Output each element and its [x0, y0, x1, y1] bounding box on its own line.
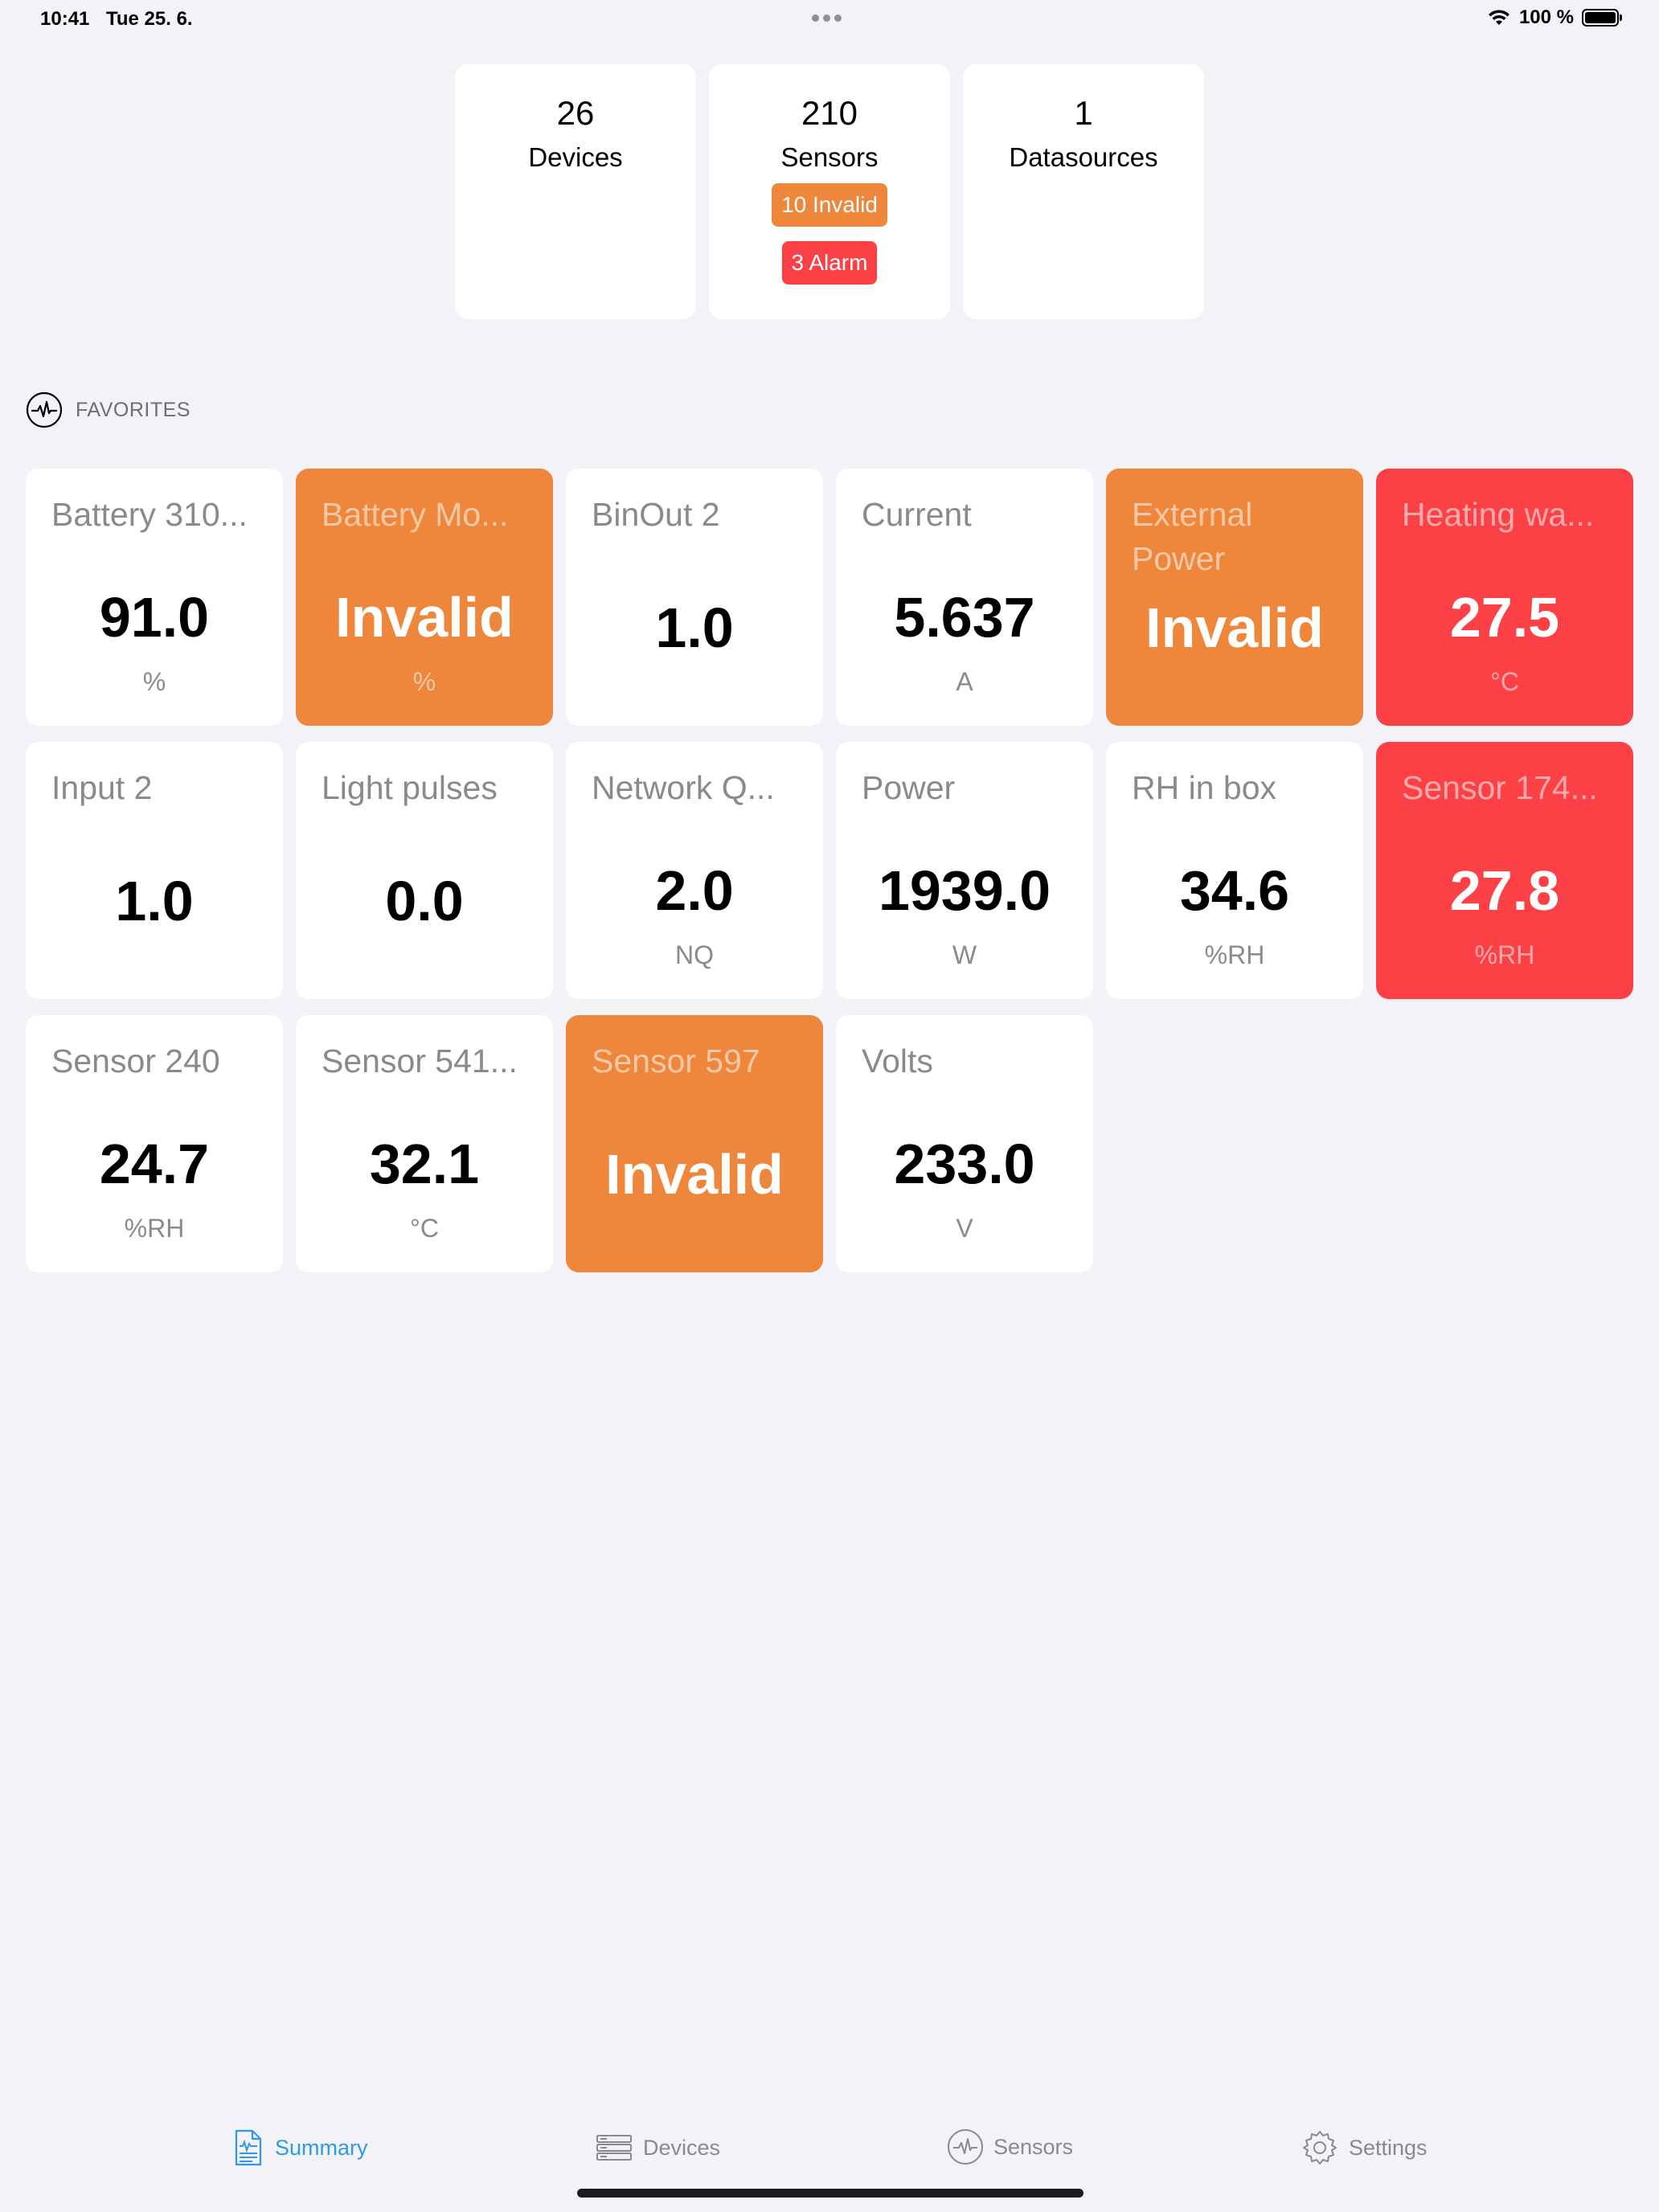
pulse-icon [26, 391, 63, 428]
favorite-tile[interactable]: Input 2 1.0 [26, 742, 283, 999]
tile-name: Sensor 541... [322, 1043, 518, 1079]
favorite-tile[interactable]: External Power Invalid [1106, 469, 1363, 726]
tile-value: 5.637 [894, 586, 1035, 649]
status-bar: 10:41 Tue 25. 6. 100 % [0, 0, 1659, 39]
tile-value: 233.0 [894, 1133, 1035, 1195]
favorite-tile[interactable]: Power 1939.0 W [836, 742, 1093, 999]
tile-name: Power [862, 769, 956, 806]
pulse-icon [948, 2129, 983, 2165]
favorite-tile[interactable]: Network Q... 2.0 NQ [566, 742, 823, 999]
document-chart-icon [235, 2129, 262, 2166]
sensors-label: Sensors [780, 142, 879, 172]
alarm-badge[interactable]: 3 Alarm [781, 241, 878, 285]
tile-name: Sensor 174... [1402, 769, 1598, 806]
tile-name: Sensor 240 [51, 1043, 220, 1079]
tile-value: 24.7 [99, 1133, 210, 1195]
tile-value: 2.0 [655, 859, 734, 922]
battery-percent: 100 % [1518, 6, 1574, 28]
multitasking-dots-icon[interactable] [812, 14, 842, 22]
tile-unit: V [956, 1214, 973, 1243]
tile-value: 27.5 [1449, 586, 1560, 649]
favorites-grid: Battery 310... 91.0 % Battery Mo... Inva… [26, 469, 1633, 1272]
tile-name: Network Q... [592, 769, 775, 806]
status-indicators: 100 % [1487, 6, 1622, 29]
tile-name: External Power [1132, 496, 1253, 577]
tab-sensors[interactable]: Sensors [947, 2128, 1073, 2165]
tile-unit: %RH [1204, 940, 1265, 969]
tab-bar: Summary Devices Sensors Settings [0, 2114, 1659, 2186]
tile-unit: W [952, 940, 977, 969]
server-rack-icon [596, 2135, 632, 2161]
tab-settings[interactable]: Settings [1301, 2128, 1428, 2167]
tile-value: 32.1 [369, 1133, 480, 1195]
tile-name: Input 2 [51, 769, 153, 806]
datasources-summary-card[interactable]: 1 Datasources [963, 64, 1204, 319]
status-time: 10:41 [40, 8, 90, 30]
favorite-tile[interactable]: Volts 233.0 V [836, 1015, 1093, 1272]
tab-devices-label: Devices [643, 2135, 721, 2160]
favorites-header: FAVORITES [26, 391, 190, 428]
tile-name: Volts [862, 1043, 933, 1079]
favorites-title: FAVORITES [76, 398, 190, 421]
tile-name: Current [862, 496, 972, 533]
sensors-summary-card[interactable]: 210 Sensors 10 Invalid 3 Alarm [709, 64, 950, 319]
tab-sensors-label: Sensors [993, 2134, 1074, 2159]
favorite-tile[interactable]: Battery Mo... Invalid % [296, 469, 553, 726]
devices-summary-card[interactable]: 26 Devices [455, 64, 696, 319]
tile-value: Invalid [605, 1143, 784, 1206]
tile-value: 1.0 [115, 870, 194, 932]
tile-value: 91.0 [99, 586, 210, 649]
tile-unit: A [956, 667, 973, 696]
favorite-tile[interactable]: Current 5.637 A [836, 469, 1093, 726]
tile-unit: % [142, 667, 166, 696]
favorite-tile[interactable]: Sensor 174... 27.8 %RH [1376, 742, 1633, 999]
tile-value: Invalid [335, 586, 514, 649]
tab-summary-label: Summary [275, 2135, 368, 2160]
favorite-tile[interactable]: Sensor 541... 32.1 °C [296, 1015, 553, 1272]
tab-summary[interactable]: Summary [230, 2128, 368, 2167]
tile-value: 27.8 [1449, 859, 1560, 922]
favorite-tile[interactable]: Light pulses 0.0 [296, 742, 553, 999]
devices-count: 26 [556, 94, 595, 132]
gear-icon [1303, 2131, 1337, 2165]
tile-name: Light pulses [322, 769, 498, 806]
tile-unit: %RH [1474, 940, 1535, 969]
tile-name: Heating wa... [1402, 496, 1595, 533]
tile-value: 1939.0 [878, 859, 1051, 922]
tile-unit: %RH [124, 1214, 185, 1243]
tab-devices[interactable]: Devices [595, 2128, 720, 2167]
favorite-tile[interactable]: Battery 310... 91.0 % [26, 469, 283, 726]
tile-value: Invalid [1145, 596, 1324, 659]
tile-name: RH in box [1132, 769, 1277, 806]
tile-unit: °C [1490, 667, 1519, 696]
battery-icon [1582, 9, 1622, 27]
tile-name: Battery Mo... [322, 496, 509, 533]
datasources-label: Datasources [1009, 142, 1158, 172]
wifi-icon [1488, 10, 1509, 25]
tile-value: 34.6 [1179, 859, 1290, 922]
tile-unit: °C [410, 1214, 439, 1243]
tile-value: 0.0 [385, 870, 464, 932]
favorite-tile[interactable]: Heating wa... 27.5 °C [1376, 469, 1633, 726]
tile-unit: NQ [675, 940, 714, 969]
favorite-tile[interactable]: Sensor 240 24.7 %RH [26, 1015, 283, 1272]
invalid-badge[interactable]: 10 Invalid [772, 183, 887, 227]
devices-label: Devices [528, 142, 623, 172]
tile-value: 1.0 [655, 596, 734, 659]
favorite-tile[interactable]: RH in box 34.6 %RH [1106, 742, 1363, 999]
datasources-count: 1 [1074, 94, 1093, 132]
tile-name: Sensor 597 [592, 1043, 760, 1079]
tile-name: BinOut 2 [592, 496, 720, 533]
home-indicator[interactable] [577, 2189, 1083, 2198]
favorite-tile[interactable]: BinOut 2 1.0 [566, 469, 823, 726]
sensors-count: 210 [801, 94, 858, 132]
status-date: Tue 25. 6. [106, 8, 193, 30]
tile-name: Battery 310... [51, 496, 248, 533]
tile-unit: % [412, 667, 436, 696]
favorite-tile[interactable]: Sensor 597 Invalid [566, 1015, 823, 1272]
tab-settings-label: Settings [1349, 2135, 1428, 2160]
